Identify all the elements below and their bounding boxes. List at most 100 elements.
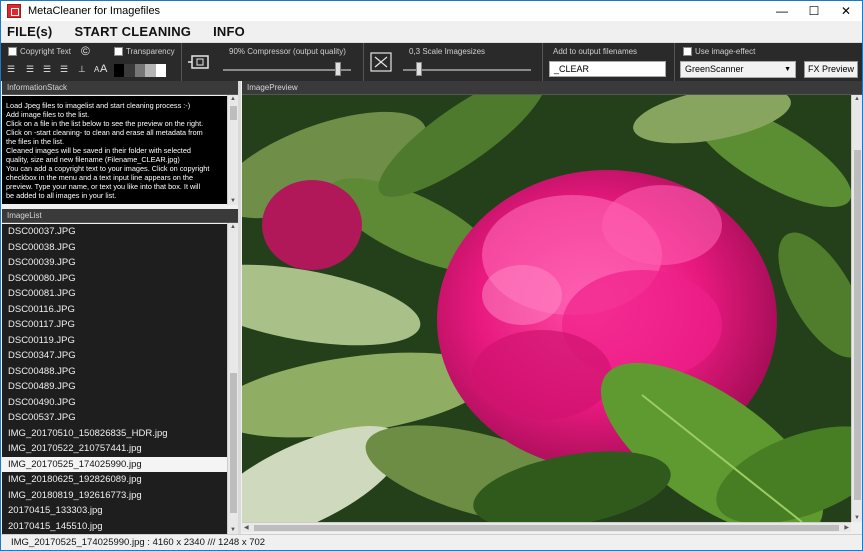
- list-item[interactable]: DSC00347.JPG: [2, 348, 227, 364]
- toolbar-separator: [674, 43, 675, 81]
- info-line: preview. Type your name, or text you lik…: [6, 182, 201, 191]
- list-item[interactable]: IMG_20170510_150826835_HDR.jpg: [2, 426, 227, 442]
- info-line: Click on -start cleaning- to clean and e…: [6, 128, 203, 137]
- image-effect-checkbox[interactable]: [683, 47, 692, 56]
- toolbar: Copyright Text © Transparency ☰ ☰ ☰ ☰ ⊥ …: [1, 43, 862, 81]
- status-bar: IMG_20170525_174025990.jpg : 4160 x 2340…: [1, 534, 862, 550]
- info-line: be added to all images in your list.: [6, 191, 117, 200]
- fx-preview-button[interactable]: FX Preview: [804, 61, 858, 78]
- info-line: Click on a file in the list below to see…: [6, 119, 204, 128]
- list-item[interactable]: DSC00037.JPG: [2, 224, 227, 240]
- info-line: You can add a copyright text to your ima…: [6, 164, 210, 173]
- scroll-up-icon[interactable]: ▲: [852, 96, 862, 102]
- toolbar-separator: [181, 43, 182, 81]
- swatch-white[interactable]: [155, 64, 167, 77]
- compress-icon: [188, 55, 209, 69]
- list-item[interactable]: DSC00119.JPG: [2, 333, 227, 349]
- menu-start-cleaning[interactable]: START CLEANING: [74, 24, 191, 39]
- image-list-scroll-thumb[interactable]: [230, 373, 237, 513]
- image-preview: [242, 95, 851, 522]
- list-item[interactable]: DSC00490.JPG: [2, 395, 227, 411]
- copyright-label: Copyright Text: [20, 47, 71, 56]
- compressor-slider-track[interactable]: [223, 69, 351, 71]
- scroll-up-icon[interactable]: ▲: [228, 224, 238, 230]
- transparency-label: Transparency: [126, 47, 175, 56]
- title-bar: MetaCleaner for Imagefiles — ☐ ✕: [1, 1, 862, 21]
- info-line: Cleaned images will be saved in their fo…: [6, 146, 191, 155]
- list-item[interactable]: 20170415_145510.jpg: [2, 519, 227, 535]
- font-size-large-icon[interactable]: A: [100, 63, 107, 75]
- list-item[interactable]: 20170415_133303.jpg: [2, 503, 227, 519]
- swatch-gray[interactable]: [134, 64, 146, 77]
- transparency-checkbox[interactable]: [114, 47, 123, 56]
- list-item[interactable]: IMG_20170525_174025990.jpg: [2, 456, 227, 472]
- toolbar-separator: [542, 43, 543, 81]
- info-line: quality, size and new filename (Filename…: [6, 155, 180, 164]
- align-top-icon[interactable]: ☰: [26, 64, 34, 75]
- effect-select-value: GreenScanner: [685, 64, 744, 74]
- list-item[interactable]: DSC00488.JPG: [2, 364, 227, 380]
- panel-splitter[interactable]: [238, 81, 241, 534]
- baseline-icon[interactable]: ⊥: [78, 64, 86, 75]
- font-size-small-icon[interactable]: A: [94, 65, 99, 74]
- image-list[interactable]: DSC00037.JPG DSC00038.JPG DSC00039.JPG DSC0…: [2, 224, 227, 534]
- list-item[interactable]: DSC00081.JPG: [2, 286, 227, 302]
- info-panel-header: InformationStack: [2, 81, 238, 95]
- window-controls: — ☐ ✕: [766, 1, 862, 21]
- scale-label: 0,3 Scale Imagesizes: [409, 47, 486, 56]
- info-line: Load Jpeg files to imagelist and start c…: [6, 101, 191, 110]
- scroll-right-icon[interactable]: ▶: [844, 524, 849, 531]
- preview-horizontal-scrollbar[interactable]: ◀ ▶: [242, 522, 851, 532]
- swatch-black[interactable]: [114, 64, 125, 77]
- filename-label: Add to output filenames: [553, 47, 638, 56]
- list-item[interactable]: DSC00116.JPG: [2, 302, 227, 318]
- info-scroll-thumb[interactable]: [230, 106, 237, 120]
- image-effect-label: Use image-effect: [695, 47, 756, 56]
- list-item[interactable]: DSC00038.JPG: [2, 240, 227, 256]
- close-button[interactable]: ✕: [830, 1, 862, 21]
- scroll-left-icon[interactable]: ◀: [244, 524, 249, 531]
- list-item[interactable]: DSC00537.JPG: [2, 410, 227, 426]
- effect-select[interactable]: GreenScanner ▼: [680, 61, 796, 78]
- menu-files[interactable]: FILE(s): [7, 24, 52, 39]
- align-left-icon[interactable]: ☰: [7, 64, 15, 75]
- scroll-down-icon[interactable]: ▼: [228, 527, 238, 533]
- maximize-button[interactable]: ☐: [798, 1, 830, 21]
- swatch-lightgray[interactable]: [145, 64, 156, 77]
- chevron-down-icon: ▼: [784, 66, 791, 73]
- align-center-icon[interactable]: ☰: [43, 64, 51, 75]
- preview-horizontal-thumb[interactable]: [254, 525, 839, 531]
- copyright-icon[interactable]: ©: [81, 44, 90, 58]
- scroll-down-icon[interactable]: ▼: [228, 198, 238, 204]
- scale-slider-track[interactable]: [403, 69, 531, 71]
- minimize-button[interactable]: —: [766, 1, 798, 21]
- scroll-down-icon[interactable]: ▼: [852, 515, 862, 521]
- list-item[interactable]: IMG_20180819_192616773.jpg: [2, 488, 227, 504]
- list-item[interactable]: DSC00489.JPG: [2, 379, 227, 395]
- compressor-label: 90% Compressor (output quality): [229, 47, 346, 56]
- list-item[interactable]: DSC00117.JPG: [2, 317, 227, 333]
- list-item[interactable]: DSC00039.JPG: [2, 255, 227, 271]
- list-item[interactable]: IMG_20170522_210757441.jpg: [2, 441, 227, 457]
- menu-info[interactable]: INFO: [213, 24, 245, 39]
- info-scrollbar[interactable]: ▲ ▼: [227, 95, 238, 205]
- scroll-up-icon[interactable]: ▲: [228, 96, 238, 102]
- align-bottom-icon[interactable]: ☰: [60, 64, 68, 75]
- image-list-scrollbar[interactable]: ▲ ▼: [227, 223, 238, 534]
- info-line: checkbox in the menu and a text input li…: [6, 173, 194, 182]
- preview-vertical-thumb[interactable]: [854, 150, 861, 500]
- filename-suffix-input[interactable]: _CLEAR: [549, 61, 666, 77]
- compressor-slider-thumb[interactable]: [335, 62, 341, 76]
- copyright-checkbox[interactable]: [8, 47, 17, 56]
- menu-bar: FILE(s) START CLEANING INFO: [1, 21, 862, 43]
- preview-vertical-scrollbar[interactable]: ▲ ▼: [851, 95, 862, 522]
- app-window: MetaCleaner for Imagefiles — ☐ ✕ FILE(s)…: [0, 0, 863, 551]
- app-logo-icon: [7, 4, 21, 18]
- toolbar-separator: [363, 43, 364, 81]
- list-item[interactable]: IMG_20180625_192826089.jpg: [2, 472, 227, 488]
- swatch-darkgray[interactable]: [124, 64, 135, 77]
- color-swatches[interactable]: [114, 64, 167, 77]
- info-text-box: Load Jpeg files to imagelist and start c…: [2, 96, 227, 204]
- scale-slider-thumb[interactable]: [416, 62, 422, 76]
- list-item[interactable]: DSC00080.JPG: [2, 271, 227, 287]
